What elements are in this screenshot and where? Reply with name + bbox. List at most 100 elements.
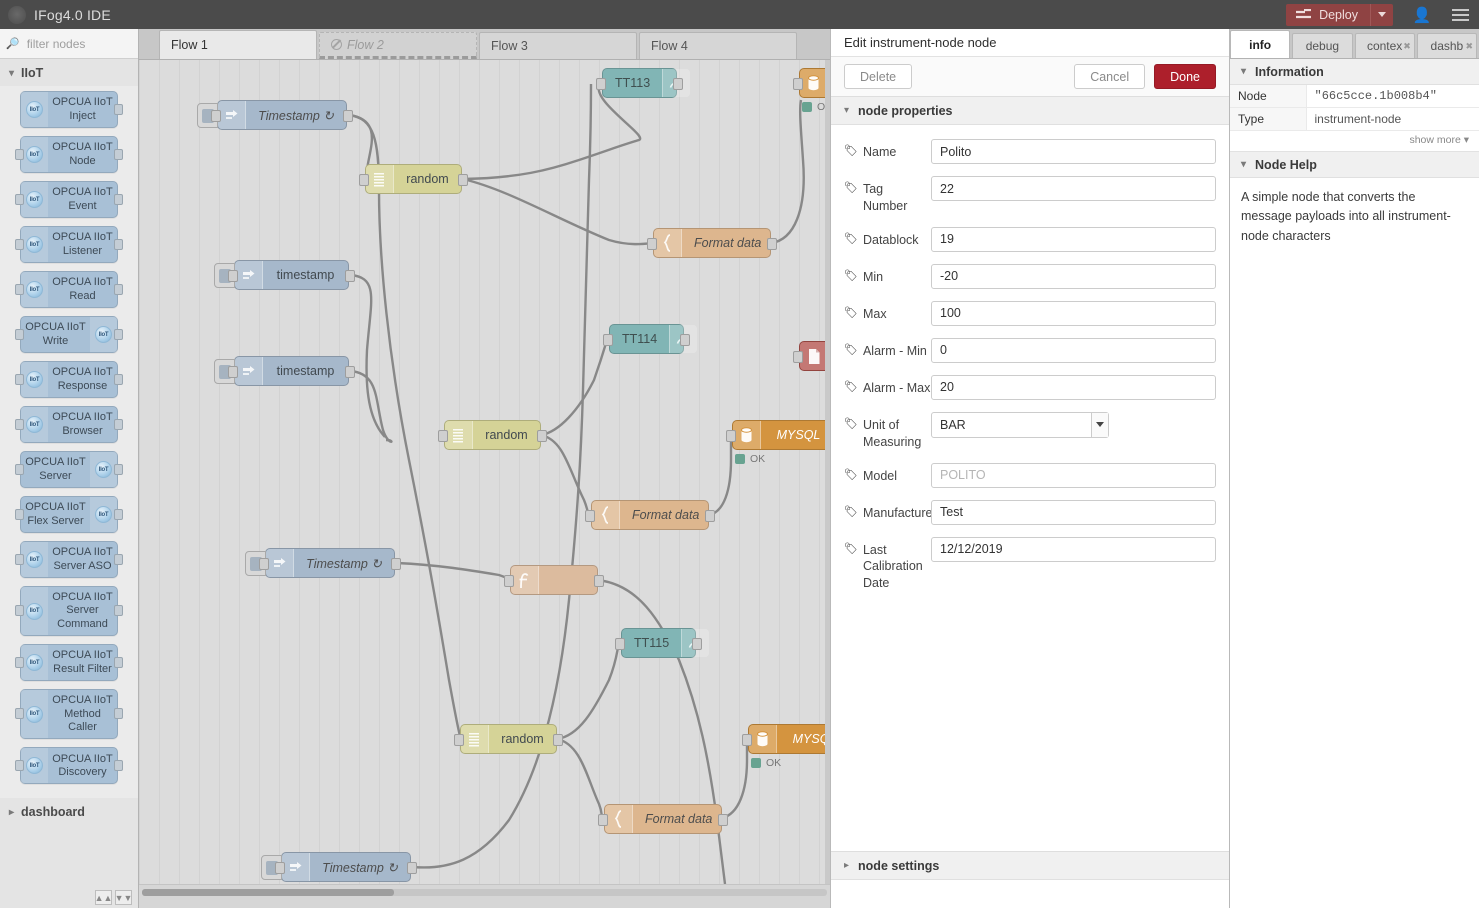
node-input-port[interactable]: [615, 638, 625, 650]
delete-button[interactable]: Delete: [844, 64, 913, 89]
node-output-port[interactable]: [345, 270, 355, 282]
palette-node-opcua-iiot-response[interactable]: IIoT OPCUA IIoT Response: [15, 361, 123, 398]
node-input-port[interactable]: [15, 328, 24, 340]
node-output-port[interactable]: [114, 463, 123, 475]
field-input-min[interactable]: [931, 263, 1216, 289]
node-output-port[interactable]: [114, 508, 123, 520]
node-output-port[interactable]: [767, 238, 777, 250]
node-input-port[interactable]: [793, 78, 803, 90]
node-input-port[interactable]: [596, 78, 606, 90]
node-help-section-header[interactable]: ▾ Node Help: [1230, 152, 1479, 178]
user-menu-button[interactable]: 👤: [1403, 0, 1441, 29]
chevron-down-icon[interactable]: [1091, 412, 1108, 437]
node-output-port[interactable]: [391, 558, 401, 570]
node-input-port[interactable]: [598, 814, 608, 826]
node-input-port[interactable]: [647, 238, 657, 250]
node-output-port[interactable]: [114, 553, 123, 565]
field-input-alarm-max[interactable]: [931, 374, 1216, 400]
sidebar-tab-dashb[interactable]: dashb ✖: [1416, 33, 1477, 58]
palette-node-opcua-iiot-method-caller[interactable]: IIoT OPCUA IIoT Method Caller: [15, 689, 123, 740]
node-input-port[interactable]: [359, 174, 369, 186]
node-output-port[interactable]: [114, 418, 123, 430]
field-input-manufacturer[interactable]: [931, 499, 1216, 525]
palette-node-opcua-iiot-inject[interactable]: IIoT OPCUA IIoT Inject: [20, 91, 123, 128]
palette-node-opcua-iiot-listener[interactable]: IIoT OPCUA IIoT Listener: [15, 226, 123, 263]
palette-node-opcua-iiot-server-command[interactable]: IIoT OPCUA IIoT Server Command: [15, 586, 123, 637]
flow-node-timestamp[interactable]: Timestamp ↻: [197, 100, 353, 130]
node-output-port[interactable]: [114, 605, 123, 617]
node-input-port[interactable]: [15, 508, 24, 520]
collapse-all-icon[interactable]: ▲▲: [95, 890, 112, 905]
node-input-port[interactable]: [228, 270, 238, 282]
node-output-port[interactable]: [673, 78, 683, 90]
node-output-port[interactable]: [114, 148, 123, 160]
node-input-port[interactable]: [15, 656, 24, 668]
flow-node-timestamp[interactable]: Timestamp ↻: [245, 548, 401, 578]
flow-tab-flow-4[interactable]: Flow 4: [639, 32, 797, 59]
flow-node-random[interactable]: random: [359, 164, 468, 194]
node-input-port[interactable]: [585, 510, 595, 522]
node-input-port[interactable]: [15, 605, 24, 617]
palette-node-opcua-iiot-browser[interactable]: IIoT OPCUA IIoT Browser: [15, 406, 123, 443]
flow-node-mysql[interactable]: MYSQL OK: [742, 724, 830, 769]
node-input-port[interactable]: [211, 110, 221, 122]
node-output-port[interactable]: [458, 174, 468, 186]
flow-tab-flow-2[interactable]: Flow 2: [319, 32, 477, 59]
field-input-max[interactable]: [931, 300, 1216, 326]
sidebar-tab-contex[interactable]: contex ✖: [1354, 33, 1415, 58]
node-output-port[interactable]: [718, 814, 728, 826]
palette-node-opcua-iiot-write[interactable]: IIoT OPCUA IIoT Write: [15, 316, 123, 353]
deploy-button-group[interactable]: Deploy: [1286, 3, 1393, 26]
node-output-port[interactable]: [343, 110, 353, 122]
node-input-port[interactable]: [504, 575, 514, 587]
flow-node-random[interactable]: random: [454, 724, 563, 754]
palette-node-opcua-iiot-read[interactable]: IIoT OPCUA IIoT Read: [15, 271, 123, 308]
main-menu-button[interactable]: [1441, 0, 1479, 29]
palette-category-iiot[interactable]: ▾ IIoT: [0, 59, 138, 86]
flow-node-timestamp[interactable]: timestamp: [214, 260, 355, 290]
node-output-port[interactable]: [114, 759, 123, 771]
node-input-port[interactable]: [15, 238, 24, 250]
node-output-port[interactable]: [114, 103, 123, 115]
node-output-port[interactable]: [407, 862, 417, 874]
node-input-port[interactable]: [228, 366, 238, 378]
node-input-port[interactable]: [15, 759, 24, 771]
node-input-port[interactable]: [742, 734, 752, 746]
field-input-alarm-min[interactable]: [931, 337, 1216, 363]
node-input-port[interactable]: [15, 193, 24, 205]
node-output-port[interactable]: [553, 734, 563, 746]
field-input-name[interactable]: [931, 139, 1216, 164]
node-input-port[interactable]: [793, 351, 803, 363]
node-input-port[interactable]: [454, 734, 464, 746]
flow-node-format-data[interactable]: Format data: [585, 500, 715, 530]
node-output-port[interactable]: [692, 638, 702, 650]
node-output-port[interactable]: [537, 430, 547, 442]
node-input-port[interactable]: [15, 283, 24, 295]
node-input-port[interactable]: [603, 334, 613, 346]
flow-node-mysql[interactable]: MYSQL OK: [726, 420, 830, 465]
node-input-port[interactable]: [15, 553, 24, 565]
node-output-port[interactable]: [114, 283, 123, 295]
palette-category-dashboard[interactable]: ▸ dashboard: [0, 798, 138, 826]
flow-node-tt114[interactable]: TT114: [603, 324, 698, 354]
flow-node-tt115[interactable]: TT115: [615, 628, 710, 658]
node-output-port[interactable]: [114, 373, 123, 385]
node-output-port[interactable]: [680, 334, 690, 346]
flow-node-func[interactable]: [504, 565, 604, 595]
node-output-port[interactable]: [594, 575, 604, 587]
flow-node-timestamp[interactable]: Timestamp ↻: [261, 852, 417, 882]
field-input-last-calibration-date[interactable]: [931, 536, 1216, 562]
node-output-port[interactable]: [114, 656, 123, 668]
information-section-header[interactable]: ▾ Information: [1230, 59, 1479, 85]
node-input-port[interactable]: [259, 558, 269, 570]
close-icon[interactable]: ✖: [1403, 41, 1411, 52]
flow-node-timestamp[interactable]: timestamp: [214, 356, 355, 386]
flow-canvas[interactable]: Timestamp ↻ random TT113 Format data MYSQL OK…: [139, 60, 830, 908]
scrollbar-thumb[interactable]: [142, 889, 394, 896]
node-input-port[interactable]: [275, 862, 285, 874]
node-input-port[interactable]: [15, 463, 24, 475]
node-input-port[interactable]: [15, 148, 24, 160]
palette-node-opcua-iiot-node[interactable]: IIoT OPCUA IIoT Node: [15, 136, 123, 173]
sidebar-tab-debug[interactable]: debug: [1292, 33, 1353, 58]
node-output-port[interactable]: [114, 708, 123, 720]
